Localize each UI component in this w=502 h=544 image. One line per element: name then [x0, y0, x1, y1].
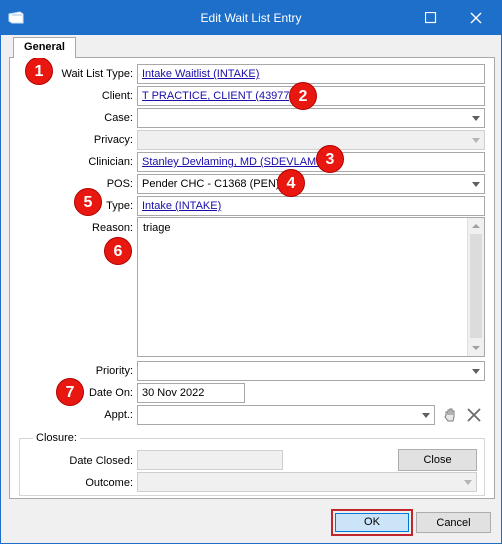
pos-value: Pender CHC - C1368 (PEN) [142, 178, 280, 190]
scroll-up-icon[interactable] [472, 224, 480, 228]
outcome-label: Outcome: [85, 477, 133, 489]
clear-x-icon[interactable] [465, 406, 483, 424]
clinician-link[interactable]: Stanley Devlaming, MD (SDEVLAMI) [142, 156, 323, 168]
privacy-label: Privacy: [93, 134, 133, 146]
chevron-down-icon [460, 473, 476, 491]
pos-label: POS: [106, 178, 133, 190]
reason-label: Reason: [92, 222, 133, 234]
wait-list-type-link[interactable]: Intake Waitlist (INTAKE) [142, 68, 259, 80]
annotation-badge-5: 5 [74, 188, 102, 216]
title-bar: Edit Wait List Entry [1, 1, 501, 35]
ok-button-highlight: OK [331, 509, 413, 536]
date-closed-label: Date Closed: [69, 455, 133, 467]
appt-dropdown[interactable] [137, 405, 435, 425]
chevron-down-icon [468, 131, 484, 149]
annotation-badge-1: 1 [25, 57, 53, 85]
priority-dropdown[interactable] [137, 361, 485, 381]
chevron-down-icon[interactable] [468, 362, 484, 380]
outcome-dropdown [137, 472, 477, 492]
wait-list-type-field[interactable]: Intake Waitlist (INTAKE) [137, 64, 485, 84]
type-field[interactable]: Intake (INTAKE) [137, 196, 485, 216]
pos-dropdown[interactable]: Pender CHC - C1368 (PEN) [137, 174, 485, 194]
case-label: Case: [104, 112, 133, 124]
ok-button[interactable]: OK [335, 513, 409, 532]
case-dropdown[interactable] [137, 108, 485, 128]
reason-textarea[interactable]: triage [137, 217, 485, 357]
clinician-field[interactable]: Stanley Devlaming, MD (SDEVLAMI) [137, 152, 485, 172]
appt-label: Appt.: [104, 409, 133, 421]
type-label: Type: [106, 200, 133, 212]
chevron-down-icon[interactable] [468, 175, 484, 193]
close-window-button[interactable] [454, 1, 499, 35]
scroll-thumb[interactable] [470, 234, 482, 338]
date-closed-field [137, 450, 283, 470]
scroll-down-icon[interactable] [472, 346, 480, 350]
reason-text: triage [143, 222, 171, 234]
close-button[interactable]: Close [398, 449, 477, 471]
maximize-icon [425, 12, 437, 24]
close-icon [470, 12, 482, 24]
closure-title: Closure: [33, 432, 80, 444]
chevron-down-icon[interactable] [468, 109, 484, 127]
tab-general[interactable]: General [13, 37, 76, 58]
date-on-field[interactable]: 30 Nov 2022 [137, 383, 245, 403]
priority-label: Priority: [95, 365, 133, 377]
annotation-badge-7: 7 [56, 378, 84, 406]
clinician-label: Clinician: [88, 156, 133, 168]
annotation-badge-6: 6 [104, 237, 132, 265]
annotation-badge-2: 2 [289, 82, 317, 110]
annotation-badge-3: 3 [316, 145, 344, 173]
maximize-button[interactable] [409, 1, 454, 35]
cancel-button[interactable]: Cancel [416, 512, 491, 533]
client-label: Client: [101, 90, 133, 102]
privacy-dropdown [137, 130, 485, 150]
client-link[interactable]: T PRACTICE, CLIENT (43977) [142, 90, 293, 102]
annotation-badge-4: 4 [277, 169, 305, 197]
date-on-value: 30 Nov 2022 [142, 387, 205, 399]
type-link[interactable]: Intake (INTAKE) [142, 200, 221, 212]
hand-pointer-icon[interactable] [442, 406, 460, 424]
reason-scrollbar[interactable] [467, 218, 484, 356]
chevron-down-icon[interactable] [418, 406, 434, 424]
dialog-window: Edit Wait List Entry General Wait List T… [0, 0, 502, 544]
